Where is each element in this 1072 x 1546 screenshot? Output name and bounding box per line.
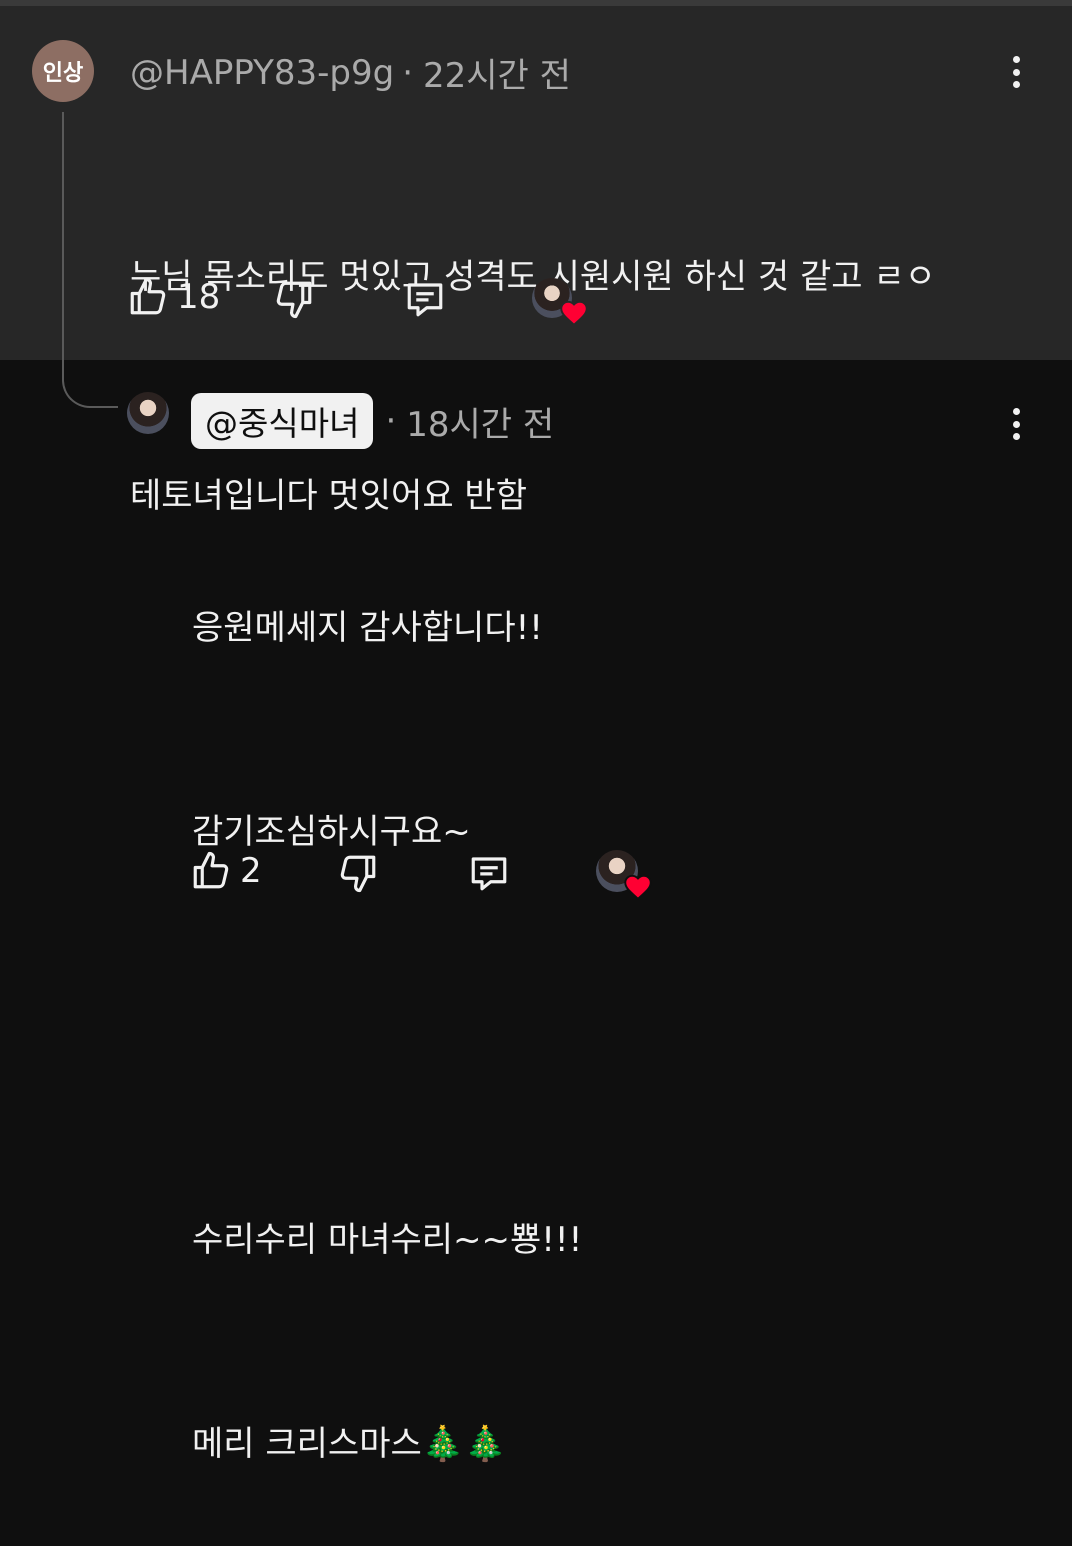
reply-text-line: 수리수리 마녀수리~~뿅!!! (192, 1220, 583, 1260)
reply-text-line (192, 1002, 582, 1070)
reply-button[interactable] (468, 852, 510, 894)
creator-author-chip[interactable]: @중식마녀 (191, 393, 374, 449)
thumb-up-icon (193, 851, 229, 889)
reply-icon (407, 283, 443, 317)
reply-button[interactable] (404, 278, 446, 320)
reply-avatar[interactable] (127, 392, 169, 434)
comment-meta: @HAPPY83-p9g · 22시간 전 (130, 48, 571, 97)
reply-text-line: 응원메세지 감사합니다!! (192, 608, 543, 648)
like-button[interactable]: 2 (190, 850, 262, 892)
creator-heart-icon (560, 300, 588, 326)
avatar[interactable]: 인상 (32, 40, 94, 102)
meta-separator: · (402, 52, 413, 93)
dislike-button[interactable] (337, 852, 379, 894)
comment-author[interactable]: @HAPPY83-p9g (130, 53, 394, 93)
more-vert-icon[interactable] (1001, 404, 1031, 444)
thumb-down-icon (276, 281, 312, 319)
comment-time: 22시간 전 (423, 56, 571, 96)
reply-icon (471, 857, 507, 891)
reply-meta: @중식마녀 · 18시간 전 (191, 393, 554, 449)
like-button[interactable]: 18 (127, 276, 220, 318)
dislike-button[interactable] (273, 278, 315, 320)
reply-time: 18시간 전 (406, 404, 555, 445)
creator-heart-icon (624, 874, 652, 900)
like-count: 18 (177, 277, 221, 317)
more-vert-icon[interactable] (1001, 52, 1031, 92)
like-count: 2 (240, 851, 262, 891)
thumb-up-icon (130, 277, 166, 315)
thread-connector-line (62, 112, 118, 408)
thumb-down-icon (340, 855, 376, 893)
reply-text: 응원메세지 감사합니다!! 감기조심하시구요~ 수리수리 마녀수리~~뿅!!! … (192, 458, 582, 1546)
reply-text-line: 메리 크리스마스🎄🎄 (192, 1424, 507, 1464)
meta-separator: · (385, 401, 397, 441)
